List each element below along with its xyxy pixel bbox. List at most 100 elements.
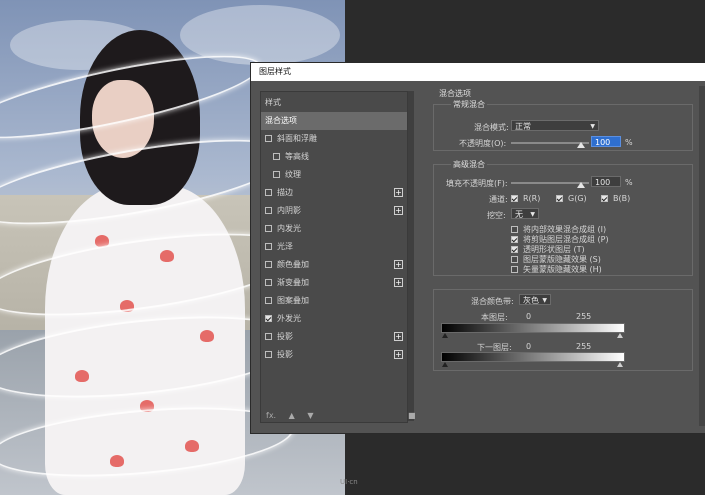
style-item[interactable]: 内发光 <box>261 220 407 238</box>
add-effect-icon[interactable]: + <box>394 350 403 359</box>
fx-icon[interactable]: fx. <box>266 411 276 420</box>
channel-b[interactable]: B(B) <box>601 194 630 203</box>
style-item-checkbox[interactable] <box>265 261 272 268</box>
style-item-checkbox[interactable] <box>273 153 280 160</box>
chevron-down-icon: ▼ <box>530 211 535 218</box>
style-item-checkbox[interactable] <box>265 279 272 286</box>
channel-g[interactable]: G(G) <box>556 194 587 203</box>
style-item-checkbox[interactable] <box>265 315 272 322</box>
style-item[interactable]: 图案叠加 <box>261 292 407 310</box>
style-item-checkbox[interactable] <box>265 297 272 304</box>
underlying-layer-gradient <box>441 352 625 362</box>
layer-style-dialog: 图层样式 样式 混合选项 斜面和浮雕 等高线 纹理 描边 + 内阴影 + 内发光 光泽 颜色叠加 + 渐… <box>250 62 705 434</box>
channel-r[interactable]: R(R) <box>511 194 540 203</box>
styles-footer: fx. ▲ ▼ ■ <box>266 411 426 420</box>
underlying-layer-min: 0 <box>526 342 532 351</box>
style-item-label: 投影 <box>277 350 293 359</box>
move-down-icon[interactable]: ▼ <box>307 411 313 420</box>
advanced-option-label: 矢量蒙版隐藏效果 (H) <box>523 265 602 274</box>
this-layer-white-slider[interactable] <box>617 333 623 338</box>
underlying-layer-max: 255 <box>576 342 592 351</box>
channel-r-checkbox[interactable] <box>511 195 518 202</box>
style-item-checkbox[interactable] <box>265 225 272 232</box>
styles-scrollbar[interactable] <box>408 91 414 421</box>
style-item-label: 混合选项 <box>265 116 297 125</box>
opacity-label: 不透明度(O): <box>459 139 507 148</box>
advanced-option-checkbox[interactable] <box>511 246 518 253</box>
advanced-option-label: 将剪贴图层混合成组 (P) <box>523 235 609 244</box>
style-item-label: 斜面和浮雕 <box>277 134 317 143</box>
knockout-label: 挖空: <box>487 211 506 220</box>
style-item-label: 等高线 <box>285 152 309 161</box>
style-item-checkbox[interactable] <box>265 135 272 142</box>
opacity-input[interactable]: 100 <box>591 136 621 147</box>
advanced-option-checkbox[interactable] <box>511 226 518 233</box>
dialog-right-edge <box>699 86 705 426</box>
style-item[interactable]: 描边 + <box>261 184 407 202</box>
advanced-option-checkbox[interactable] <box>511 266 518 273</box>
style-item-checkbox[interactable] <box>265 351 272 358</box>
this-layer-black-slider[interactable] <box>442 333 448 338</box>
general-blending-title: 常规混合 <box>451 99 487 110</box>
style-item[interactable]: 等高线 <box>261 148 407 166</box>
style-item-label: 纹理 <box>285 170 301 179</box>
underlying-layer-white-slider[interactable] <box>617 362 623 367</box>
style-item[interactable]: 纹理 <box>261 166 407 184</box>
advanced-option-checkbox[interactable] <box>511 236 518 243</box>
style-item[interactable]: 斜面和浮雕 <box>261 130 407 148</box>
fill-opacity-label: 填充不透明度(F): <box>446 179 508 188</box>
fill-opacity-slider-thumb[interactable] <box>577 182 585 188</box>
watermark: UI·cn <box>340 478 358 486</box>
fill-opacity-percent: % <box>625 178 633 187</box>
advanced-option-label: 将内部效果混合成组 (I) <box>523 225 607 234</box>
style-item[interactable]: 光泽 <box>261 238 407 256</box>
blend-if-select[interactable]: 灰色 ▼ <box>519 294 551 305</box>
style-item[interactable]: 投影 + <box>261 328 407 346</box>
style-item[interactable]: 内阴影 + <box>261 202 407 220</box>
styles-list: 样式 混合选项 斜面和浮雕 等高线 纹理 描边 + 内阴影 + 内发光 光泽 颜色叠加 + 渐变叠加 + 图… <box>260 91 408 423</box>
style-item-label: 投影 <box>277 332 293 341</box>
this-layer-max: 255 <box>576 312 592 321</box>
add-effect-icon[interactable]: + <box>394 332 403 341</box>
style-item-checkbox[interactable] <box>273 171 280 178</box>
opacity-slider-thumb[interactable] <box>577 142 585 148</box>
style-item[interactable]: 外发光 <box>261 310 407 328</box>
underlying-layer-black-slider[interactable] <box>442 362 448 367</box>
style-item[interactable]: 投影 + <box>261 346 407 364</box>
add-effect-icon[interactable]: + <box>394 260 403 269</box>
channel-b-checkbox[interactable] <box>601 195 608 202</box>
this-layer-gradient <box>441 323 625 333</box>
add-effect-icon[interactable]: + <box>394 206 403 215</box>
channel-g-checkbox[interactable] <box>556 195 563 202</box>
opacity-percent: % <box>625 138 633 147</box>
advanced-option-label: 透明形状图层 (T) <box>523 245 585 254</box>
style-item-label: 内发光 <box>277 224 301 233</box>
add-effect-icon[interactable]: + <box>394 278 403 287</box>
style-item[interactable]: 颜色叠加 + <box>261 256 407 274</box>
channel-g-label: G(G) <box>568 194 587 203</box>
advanced-option[interactable]: 矢量蒙版隐藏效果 (H) <box>511 264 602 275</box>
style-item-label: 光泽 <box>277 242 293 251</box>
style-item-checkbox[interactable] <box>265 189 272 196</box>
blend-if-value: 灰色 <box>523 296 539 305</box>
style-item-checkbox[interactable] <box>265 207 272 214</box>
style-item-checkbox[interactable] <box>265 243 272 250</box>
channels-label: 通道: <box>489 195 508 204</box>
channel-r-label: R(R) <box>523 194 541 203</box>
add-effect-icon[interactable]: + <box>394 188 403 197</box>
advanced-option-checkbox[interactable] <box>511 256 518 263</box>
channel-b-label: B(B) <box>613 194 631 203</box>
style-item-label: 外发光 <box>277 314 301 323</box>
fill-opacity-input[interactable]: 100 <box>591 176 621 187</box>
style-item[interactable]: 渐变叠加 + <box>261 274 407 292</box>
knockout-select[interactable]: 无 ▼ <box>511 208 539 219</box>
style-item-checkbox[interactable] <box>265 333 272 340</box>
dialog-title[interactable]: 图层样式 <box>251 63 705 81</box>
style-item-label: 内阴影 <box>277 206 301 215</box>
this-layer-min: 0 <box>526 312 532 321</box>
blend-mode-select[interactable]: 正常 ▼ <box>511 120 599 131</box>
trash-icon[interactable]: ■ <box>408 411 416 420</box>
move-up-icon[interactable]: ▲ <box>289 411 295 420</box>
style-item[interactable]: 混合选项 <box>261 112 407 130</box>
this-layer-label: 本图层: <box>481 313 508 322</box>
